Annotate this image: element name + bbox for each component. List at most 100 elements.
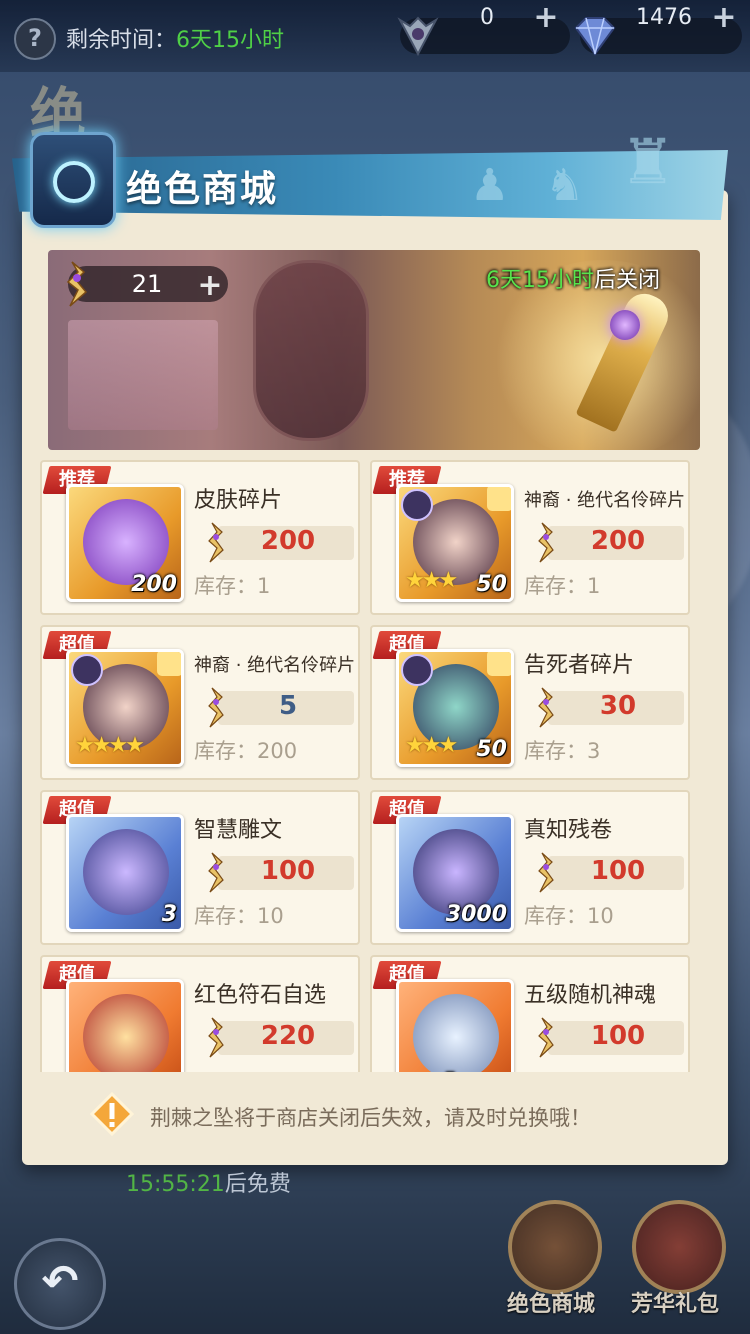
- item-price: 200: [590, 526, 646, 556]
- shop-item-card[interactable]: 推荐 ★★★ 50 神裔 · 绝代名伶碎片 200 库存：1: [370, 460, 690, 615]
- puzzle-piece-icon: [157, 652, 181, 676]
- shop-item-card[interactable]: 超值 ★★★★ 神裔 · 绝代名伶碎片 5 库存：200: [40, 625, 360, 780]
- shop-emblem-icon: [30, 132, 116, 228]
- item-name: 神裔 · 绝代名伶碎片: [524, 490, 686, 511]
- item-price: 30: [599, 691, 637, 721]
- rank-badge-icon: [401, 654, 433, 686]
- close-time-suffix: 后关闭: [594, 268, 661, 293]
- item-name: 红色符石自选: [194, 983, 327, 1008]
- warning-icon: [90, 1092, 134, 1136]
- item-icon[interactable]: ★★★ 50: [396, 484, 514, 602]
- thorn-token-icon: [538, 522, 554, 563]
- thorn-token-icon: [538, 852, 554, 893]
- back-arrow-icon: ↶: [41, 1256, 79, 1307]
- diamond-icon: [574, 17, 616, 56]
- item-price: 100: [260, 856, 316, 886]
- shop-title: 绝色商城: [126, 169, 279, 210]
- item-price: 100: [590, 856, 646, 886]
- back-button[interactable]: ↶: [14, 1238, 106, 1330]
- thorn-token-icon: [538, 687, 554, 728]
- item-icon[interactable]: 200: [66, 484, 184, 602]
- header-silhouette-icon: ♟: [470, 160, 510, 211]
- free-timer: 15:55:21后免费: [126, 1166, 291, 1198]
- item-quantity: 50: [476, 737, 507, 762]
- puzzle-piece-icon: [487, 487, 511, 511]
- currency-2-add-button[interactable]: +: [708, 2, 740, 34]
- item-name: 智慧雕文: [194, 818, 283, 843]
- banner-shield-art: [253, 260, 369, 441]
- item-price: 5: [278, 691, 298, 721]
- top-bar: ? 剩余时间：6天15小时 0 + 1476 +: [0, 0, 750, 72]
- item-name: 皮肤碎片: [194, 488, 283, 513]
- item-name: 告死者碎片: [524, 653, 635, 678]
- item-name: 神裔 · 绝代名伶碎片: [194, 655, 356, 676]
- item-stock: 库存：1: [194, 574, 271, 598]
- item-art: [413, 994, 499, 1072]
- notice-bar: 荆棘之坠将于商店关闭后失效，请及时兑换哦！: [40, 1080, 710, 1152]
- item-quantity: 50: [476, 572, 507, 597]
- shop-item-card[interactable]: 超值5五级随机神魂100: [370, 955, 690, 1072]
- thorn-token-icon: [208, 522, 224, 563]
- currency-2-value: 1476: [636, 5, 692, 30]
- item-stock: 库存：200: [194, 739, 298, 763]
- item-icon[interactable]: 3000: [396, 814, 514, 932]
- item-stars: ★★★: [405, 733, 458, 758]
- item-grid: 推荐 200 皮肤碎片 200 库存：1 推荐 ★★★ 50 神裔 · 绝代名伶碎片 200 库存：…: [40, 460, 710, 1072]
- item-icon[interactable]: ★★★ 50: [396, 649, 514, 767]
- token-count: 21: [131, 270, 163, 298]
- banner-window-art: [68, 320, 218, 430]
- item-stock: 库存：10: [524, 904, 614, 928]
- free-timer-value: 15:55:21: [126, 1172, 225, 1197]
- item-stock: 库存：3: [524, 739, 601, 763]
- shop-item-card[interactable]: 超值 红色符石自选 220: [40, 955, 360, 1072]
- item-icon[interactable]: [66, 979, 184, 1072]
- token-add-button[interactable]: +: [194, 268, 226, 303]
- notice-text: 荆棘之坠将于商店关闭后失效，请及时兑换哦！: [150, 1106, 591, 1130]
- shop-chest-icon: [508, 1200, 602, 1294]
- item-price: 200: [260, 526, 316, 556]
- nav-shop-label: 绝色商城: [506, 1292, 595, 1317]
- gift-box-icon: [632, 1200, 726, 1294]
- item-quantity: 3: [161, 902, 177, 927]
- close-time-value: 6天15小时: [486, 268, 594, 293]
- item-icon[interactable]: 3: [66, 814, 184, 932]
- nav-shop-button[interactable]: 绝色商城: [496, 1200, 606, 1320]
- item-stock: 库存：10: [194, 904, 284, 928]
- thorn-token-icon: [208, 687, 224, 728]
- item-price: 100: [590, 1021, 646, 1051]
- help-button[interactable]: ?: [14, 18, 56, 60]
- event-time-left: 剩余时间：6天15小时: [66, 22, 284, 54]
- item-stars: ★★★: [405, 568, 458, 593]
- header-silhouette-icon: ♞: [545, 160, 585, 211]
- item-icon[interactable]: 5: [396, 979, 514, 1072]
- item-quantity: 200: [131, 572, 177, 597]
- thorn-token-icon: [66, 261, 88, 307]
- shop-item-card[interactable]: 超值 3000 真知残卷 100 库存：10: [370, 790, 690, 945]
- item-art: [83, 994, 169, 1072]
- rank-badge-icon: [71, 654, 103, 686]
- item-price: 220: [260, 1021, 316, 1051]
- nav-gift-button[interactable]: 芳华礼包: [620, 1200, 730, 1320]
- pendant-gem-art: [610, 310, 640, 340]
- item-art: [83, 829, 169, 915]
- shop-close-time: 6天15小时后关闭: [486, 262, 660, 294]
- puzzle-piece-icon: [487, 652, 511, 676]
- thorn-token-icon: [208, 1017, 224, 1058]
- item-stock: 库存：1: [524, 574, 601, 598]
- shop-item-card[interactable]: 推荐 200 皮肤碎片 200 库存：1: [40, 460, 360, 615]
- item-level: 5: [443, 1069, 456, 1072]
- shop-item-card[interactable]: 超值 3 智慧雕文 100 库存：10: [40, 790, 360, 945]
- item-name: 五级随机神魂: [524, 983, 657, 1008]
- currency-1-add-button[interactable]: +: [530, 2, 562, 34]
- currency-1-value: 0: [480, 5, 494, 30]
- shop-item-card[interactable]: 超值 ★★★ 50 告死者碎片 30 库存：3: [370, 625, 690, 780]
- free-timer-suffix: 后免费: [224, 1172, 291, 1197]
- rank-badge-icon: [401, 489, 433, 521]
- thorn-token-icon: [538, 1017, 554, 1058]
- thorn-token-icon: [208, 852, 224, 893]
- item-quantity: 3000: [445, 902, 507, 927]
- item-stars: ★★★★: [75, 733, 145, 758]
- time-left-label: 剩余时间：: [66, 28, 177, 53]
- item-icon[interactable]: ★★★★: [66, 649, 184, 767]
- nav-gift-label: 芳华礼包: [630, 1292, 719, 1317]
